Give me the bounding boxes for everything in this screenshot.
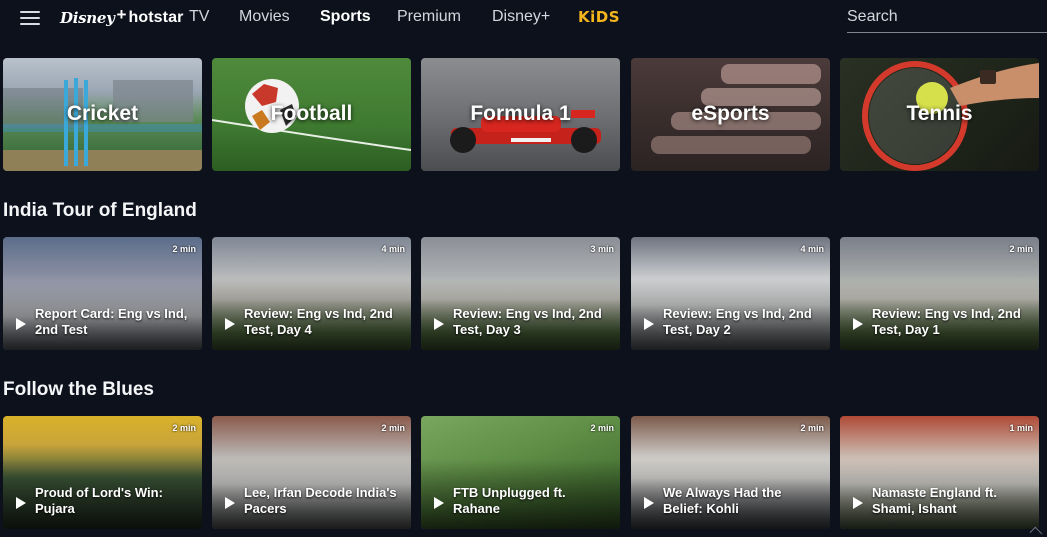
play-icon [225,318,235,330]
section-title-india-tour: India Tour of England [3,200,197,221]
sport-tile-esports[interactable]: eSports [631,58,830,171]
video-title: Proud of Lord's Win: Pujara [35,485,163,516]
logo-disney-text: Disney [60,9,115,27]
sport-tile-formula1[interactable]: Formula 1 [421,58,620,171]
sport-label-football: Football [270,102,353,125]
duration-badge: 2 min [590,423,614,433]
sport-label-esports: eSports [691,102,770,125]
india-tour-row: 2 min Report Card: Eng vs Ind, 2nd Test … [3,237,1043,350]
video-card[interactable]: 2 min Review: Eng vs Ind, 2nd Test, Day … [840,237,1039,350]
sport-label-formula1: Formula 1 [470,102,571,125]
sport-label-tennis: Tennis [906,102,973,125]
logo-hotstar-text: hotstar [128,9,184,26]
nav-item-premium[interactable]: Premium [397,8,461,26]
nav-item-kids[interactable]: KiDS [578,8,620,26]
video-title: Report Card: Eng vs Ind, 2nd Test [35,306,188,337]
play-icon [644,318,654,330]
search-box [847,8,1047,33]
play-icon [16,497,26,509]
video-card[interactable]: 1 min Namaste England ft. Shami, Ishant [840,416,1039,529]
section-title-follow-the-blues: Follow the Blues [3,379,154,400]
video-card[interactable]: 4 min Review: Eng vs Ind, 2nd Test, Day … [212,237,411,350]
play-icon [434,318,444,330]
sport-tile-tennis[interactable]: Tennis [840,58,1039,171]
video-card[interactable]: 2 min We Always Had the Belief: Kohli [631,416,830,529]
play-icon [644,497,654,509]
nav-item-sports[interactable]: Sports [320,8,371,26]
video-title: Review: Eng vs Ind, 2nd Test, Day 1 [872,306,1021,337]
video-title: Review: Eng vs Ind, 2nd Test, Day 3 [453,306,602,337]
duration-badge: 2 min [172,423,196,433]
play-icon [16,318,26,330]
video-card[interactable]: 2 min Lee, Irfan Decode India's Pacers [212,416,411,529]
video-title: Review: Eng vs Ind, 2nd Test, Day 4 [244,306,393,337]
video-card[interactable]: 2 min Proud of Lord's Win: Pujara [3,416,202,529]
sports-category-row: Cricket Football Formula 1 eSports Tenni… [3,58,1043,171]
sport-tile-cricket[interactable]: Cricket [3,58,202,171]
video-title: Review: Eng vs Ind, 2nd Test, Day 2 [663,306,812,337]
top-nav-bar: Disney + hotstar TV Movies Sports Premiu… [0,0,1047,48]
follow-the-blues-row: 2 min Proud of Lord's Win: Pujara 2 min … [3,416,1043,529]
nav-item-disney-plus[interactable]: Disney+ [492,8,550,26]
duration-badge: 4 min [800,244,824,254]
duration-badge: 3 min [590,244,614,254]
video-title: FTB Unplugged ft. Rahane [453,485,566,516]
nav-item-tv[interactable]: TV [189,8,209,26]
nav-item-movies[interactable]: Movies [239,8,290,26]
duration-badge: 2 min [172,244,196,254]
logo-plus-text: + [116,5,127,24]
video-card[interactable]: 2 min FTB Unplugged ft. Rahane [421,416,620,529]
video-card[interactable]: 4 min Review: Eng vs Ind, 2nd Test, Day … [631,237,830,350]
play-icon [225,497,235,509]
sport-label-cricket: Cricket [66,102,139,125]
video-card[interactable]: 3 min Review: Eng vs Ind, 2nd Test, Day … [421,237,620,350]
sport-tile-football[interactable]: Football [212,58,411,171]
video-card[interactable]: 2 min Report Card: Eng vs Ind, 2nd Test [3,237,202,350]
duration-badge: 2 min [1009,244,1033,254]
hamburger-menu-icon[interactable] [20,11,40,25]
disney-hotstar-logo[interactable]: Disney + hotstar [60,4,183,32]
play-icon [853,497,863,509]
play-icon [434,497,444,509]
duration-badge: 1 min [1009,423,1033,433]
search-input[interactable] [847,8,1047,26]
duration-badge: 4 min [381,244,405,254]
duration-badge: 2 min [381,423,405,433]
video-title: We Always Had the Belief: Kohli [663,485,782,516]
video-title: Namaste England ft. Shami, Ishant [872,485,997,516]
play-icon [853,318,863,330]
video-title: Lee, Irfan Decode India's Pacers [244,485,397,516]
duration-badge: 2 min [800,423,824,433]
